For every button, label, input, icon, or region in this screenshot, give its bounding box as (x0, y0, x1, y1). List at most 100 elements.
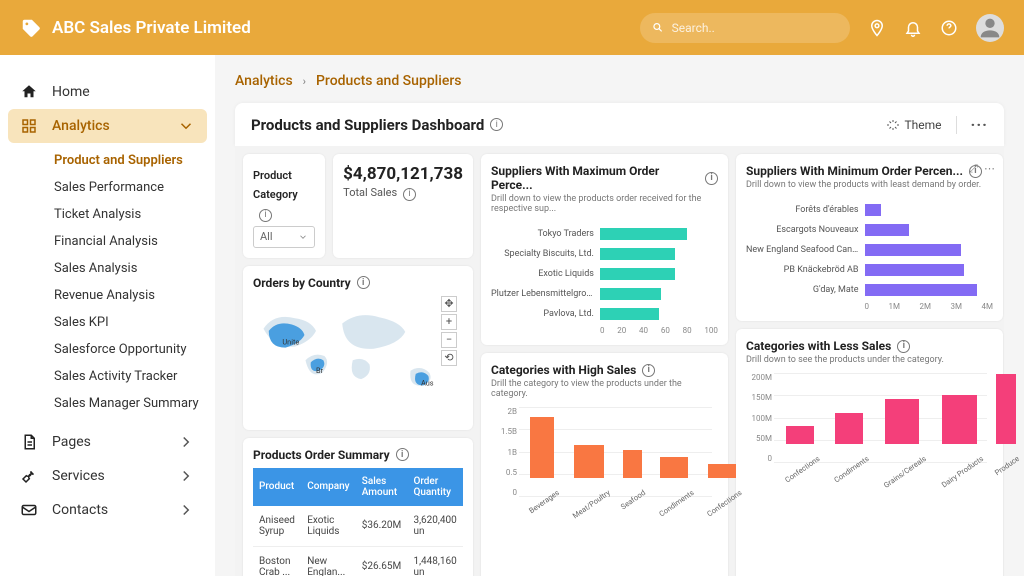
info-icon[interactable]: i (259, 209, 272, 222)
bar-label: Condiments (657, 488, 695, 519)
bar-row[interactable]: Escargots Nouveaux (746, 220, 993, 240)
breadcrumb-item[interactable]: Products and Suppliers (316, 73, 461, 89)
zoom-in-button[interactable]: + (441, 314, 457, 330)
bar[interactable]: Beverages (525, 417, 560, 497)
map-tag: Unite (282, 337, 299, 346)
chevron-right-icon (177, 467, 195, 485)
bar-label: Escargots Nouveaux (746, 225, 865, 235)
more-menu[interactable]: ··· (971, 115, 988, 134)
map-reset-button[interactable]: ⟲ (441, 350, 457, 366)
bar[interactable]: Confections (780, 426, 820, 463)
bar-row[interactable]: Exotic Liquids (491, 264, 718, 284)
bar-row[interactable]: G'day, Mate (746, 280, 993, 300)
search-input[interactable] (672, 21, 838, 35)
bar[interactable]: Confections (702, 464, 742, 497)
mail-icon (20, 501, 38, 519)
table-row[interactable]: Aniseed SyrupExotic Liquids$36.20M3,620,… (253, 506, 463, 547)
info-icon[interactable]: i (897, 340, 910, 353)
sub-ticket-analysis[interactable]: Ticket Analysis (50, 201, 207, 228)
chevron-right-icon (177, 501, 195, 519)
expand-icon[interactable]: ⤢ (969, 162, 978, 176)
search-icon (652, 21, 664, 34)
zoom-out-button[interactable]: − (441, 332, 457, 348)
bar-row[interactable]: PB Knäckebröd AB (746, 260, 993, 280)
bell-icon[interactable] (904, 19, 922, 37)
bar-label: Confections (783, 454, 821, 484)
orders-by-country-card: Orders by Country i (243, 266, 473, 430)
bar-row[interactable]: Pavlova, Ltd. (491, 304, 718, 324)
panel-header: Products and Suppliers Dashboard i Theme… (235, 103, 1004, 146)
breadcrumb: Analytics › Products and Suppliers (235, 73, 1004, 89)
theme-button[interactable]: Theme (887, 118, 941, 132)
info-icon[interactable]: i (357, 276, 370, 289)
home-icon (20, 83, 38, 101)
bar[interactable]: Meat/Poultry (567, 445, 611, 497)
bar-row[interactable]: New England Seafood Cannery (746, 240, 993, 260)
more-icon[interactable]: ⋯ (984, 162, 995, 176)
avatar[interactable] (976, 14, 1004, 42)
sub-sales-analysis[interactable]: Sales Analysis (50, 255, 207, 282)
bar[interactable]: Produce (992, 374, 1020, 463)
info-icon[interactable]: i (490, 118, 503, 131)
nav-label: Home (52, 84, 90, 100)
breadcrumb-item[interactable]: Analytics (235, 73, 293, 89)
bar-row[interactable]: Forêts d'érables (746, 200, 993, 220)
products-order-summary-card: Products Order Summaryi Product Company … (243, 438, 473, 576)
nav-analytics[interactable]: Analytics (8, 109, 207, 143)
bar[interactable]: Grains/Cereals (877, 399, 927, 463)
category-select[interactable]: All (253, 226, 315, 248)
nav-pages[interactable]: Pages (8, 425, 207, 459)
sub-sales-performance[interactable]: Sales Performance (50, 174, 207, 201)
separator (956, 116, 957, 134)
sub-salesforce[interactable]: Salesforce Opportunity (50, 336, 207, 363)
info-icon[interactable]: i (705, 172, 718, 185)
file-icon (20, 433, 38, 451)
map-pan-icon[interactable]: ✥ (441, 296, 457, 312)
card-title: Categories with Less Sales (746, 339, 891, 353)
nav-contacts[interactable]: Contacts (8, 493, 207, 527)
bar-row[interactable]: Specialty Biscuits, Ltd. (491, 244, 718, 264)
table-header[interactable]: Order Quantity (407, 468, 463, 506)
nav-label: Pages (52, 434, 91, 450)
bar[interactable]: Condiments (654, 457, 694, 497)
bar-label: Meat/Poultry (571, 488, 612, 520)
kpi-value: $4,870,121,738 (343, 164, 463, 184)
bar[interactable]: Dairy Products (935, 395, 984, 464)
sub-activity-tracker[interactable]: Sales Activity Tracker (50, 363, 207, 390)
world-map[interactable]: Unite Br Aus ✥ + − ⟲ (253, 290, 463, 420)
less-sales-chart: Categories with Less Salesi Drill down t… (736, 329, 1003, 576)
info-icon[interactable]: i (642, 364, 655, 377)
bar-label: New England Seafood Cannery (746, 245, 865, 255)
card-title: Orders by Country (253, 276, 351, 290)
location-icon[interactable] (868, 19, 886, 37)
bar[interactable]: Seafood (618, 450, 646, 497)
company-name: ABC Sales Private Limited (52, 18, 251, 38)
bar[interactable]: Condiments (829, 413, 869, 464)
app-header: ABC Sales Private Limited (0, 0, 1024, 55)
table-row[interactable]: Boston Crab ...New Englan...$26.65M1,448… (253, 546, 463, 576)
bar-label: Specialty Biscuits, Ltd. (491, 249, 600, 259)
search-box[interactable] (640, 13, 850, 43)
help-icon[interactable] (940, 19, 958, 37)
bar-row[interactable]: Tokyo Traders (491, 224, 718, 244)
chevron-right-icon (177, 433, 195, 451)
nav-home[interactable]: Home (8, 75, 207, 109)
nav-label: Contacts (52, 502, 108, 518)
info-icon[interactable]: i (403, 188, 416, 201)
sub-sales-kpi[interactable]: Sales KPI (50, 309, 207, 336)
nav-services[interactable]: Services (8, 459, 207, 493)
sub-manager-summary[interactable]: Sales Manager Summary (50, 390, 207, 417)
sub-revenue-analysis[interactable]: Revenue Analysis (50, 282, 207, 309)
table-header[interactable]: Product (253, 468, 301, 506)
table-header[interactable]: Sales Amount (356, 468, 408, 506)
info-icon[interactable]: i (396, 448, 409, 461)
card-subtitle: Drill the category to view the products … (491, 379, 718, 399)
bar-label: Exotic Liquids (491, 269, 600, 279)
main-content: Analytics › Products and Suppliers Produ… (215, 55, 1024, 576)
sub-financial-analysis[interactable]: Financial Analysis (50, 228, 207, 255)
table-header[interactable]: Company (301, 468, 356, 506)
grid-icon (20, 117, 38, 135)
sub-product-suppliers[interactable]: Product and Suppliers (50, 147, 207, 174)
nav-label: Services (52, 468, 105, 484)
bar-row[interactable]: Plutzer Lebensmittelgroßmärkte AG (491, 284, 718, 304)
